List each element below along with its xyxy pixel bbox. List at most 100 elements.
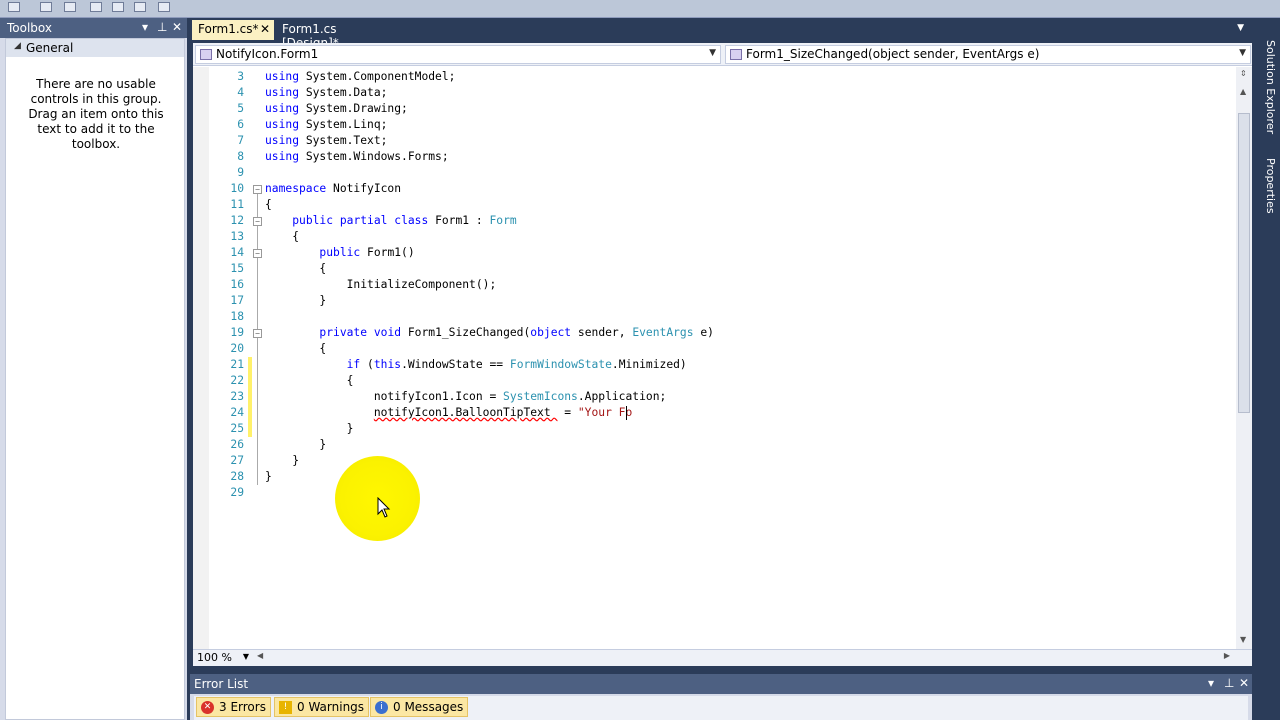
line-number: 5 — [237, 102, 244, 115]
collapse-outline-icon[interactable]: − — [253, 329, 262, 338]
code-line[interactable]: 11 { — [193, 197, 1233, 213]
type-selector-value: NotifyIcon.Form1 — [216, 47, 319, 61]
code-text: } — [265, 470, 272, 483]
line-number: 6 — [237, 118, 244, 131]
code-line[interactable]: 3 using System.ComponentModel; — [193, 69, 1233, 85]
scroll-up-icon[interactable]: ▲ — [1240, 87, 1246, 96]
code-text: } — [265, 454, 300, 467]
tab-list-dropdown-icon[interactable]: ▼ — [1237, 23, 1244, 33]
code-text: using System.Drawing; — [265, 102, 408, 115]
pin-icon[interactable]: ⊥ — [1224, 676, 1234, 690]
tab-form1-cs[interactable]: Form1.cs* ✕ — [192, 20, 274, 40]
toolbar-button-icon[interactable] — [90, 2, 102, 12]
code-line[interactable]: 22 { — [193, 373, 1233, 389]
collapse-outline-icon[interactable]: − — [253, 217, 262, 226]
line-number: 7 — [237, 134, 244, 147]
code-line[interactable]: 7 using System.Text; — [193, 133, 1233, 149]
messages-filter-button[interactable]: i 0 Messages — [370, 697, 469, 717]
editor-footer: 100 % ▼ ◀ ▶ — [193, 649, 1252, 666]
tab-form1-design[interactable]: Form1.cs [Design]* — [276, 20, 386, 50]
code-line[interactable]: 10− namespace NotifyIcon — [193, 181, 1233, 197]
vertical-scrollbar[interactable]: ⇕ ▲ ▼ — [1236, 67, 1252, 649]
toolbar-button-icon[interactable] — [158, 2, 170, 12]
solution-explorer-tab[interactable]: Solution Explorer — [1263, 40, 1277, 134]
code-line[interactable]: 12− public partial class Form1 : Form — [193, 213, 1233, 229]
scroll-down-icon[interactable]: ▼ — [1240, 635, 1246, 644]
errors-count: 3 Errors — [219, 700, 266, 714]
errors-filter-button[interactable]: ✕ 3 Errors — [196, 697, 271, 717]
properties-tab[interactable]: Properties — [1263, 158, 1277, 214]
toolbar-button-icon[interactable] — [8, 2, 20, 12]
toolbox-title: Toolbox — [7, 21, 52, 35]
code-line[interactable]: 19− private void Form1_SizeChanged(objec… — [193, 325, 1233, 341]
vertical-scroll-thumb[interactable] — [1238, 113, 1250, 413]
toolbar-button-icon[interactable] — [40, 2, 52, 12]
chevron-down-icon[interactable]: ▼ — [709, 48, 716, 58]
line-number: 10 — [230, 182, 244, 195]
code-line[interactable]: 16 InitializeComponent(); — [193, 277, 1233, 293]
chevron-down-icon[interactable]: ▼ — [243, 652, 249, 661]
code-text: { — [265, 374, 354, 387]
code-line[interactable]: 26 } — [193, 437, 1233, 453]
chevron-down-icon[interactable]: ▼ — [1239, 48, 1246, 58]
code-line[interactable]: 14− public Form1() — [193, 245, 1233, 261]
toolbar-button-icon[interactable] — [64, 2, 76, 12]
split-icon[interactable]: ⇕ — [1240, 69, 1247, 78]
code-text: { — [265, 342, 327, 355]
line-number: 20 — [230, 342, 244, 355]
warnings-count: 0 Warnings — [297, 700, 365, 714]
toolbox-panel: Toolbox ▾ ⊥ ✕ ◢ General There are no usa… — [0, 18, 187, 720]
toolbox-header: Toolbox ▾ ⊥ ✕ — [0, 18, 187, 38]
code-line[interactable]: 13 { — [193, 229, 1233, 245]
line-number: 3 — [237, 70, 244, 83]
text-caret — [626, 406, 628, 420]
close-icon[interactable]: ✕ — [1239, 676, 1249, 690]
line-number: 18 — [230, 310, 244, 323]
line-number: 19 — [230, 326, 244, 339]
code-line[interactable]: 5 using System.Drawing; — [193, 101, 1233, 117]
toolbox-body: ◢ General There are no usable controls i… — [5, 38, 185, 720]
warnings-filter-button[interactable]: ! 0 Warnings — [274, 697, 370, 717]
code-text: } — [265, 422, 354, 435]
dropdown-icon[interactable]: ▾ — [142, 20, 148, 34]
code-line[interactable]: 25 } — [193, 421, 1233, 437]
scroll-left-icon[interactable]: ◀ — [257, 651, 263, 660]
toolbox-group-general[interactable]: ◢ General — [6, 39, 184, 57]
line-number: 4 — [237, 86, 244, 99]
code-line[interactable]: 20 { — [193, 341, 1233, 357]
close-tab-icon[interactable]: ✕ — [260, 22, 270, 36]
line-number: 21 — [230, 358, 244, 371]
code-text: using System.Text; — [265, 134, 388, 147]
code-text-area[interactable]: 3 using System.ComponentModel; 4 using Syst… — [193, 67, 1236, 649]
zoom-selector[interactable]: 100 % ▼ — [195, 651, 251, 666]
code-line[interactable]: 8 using System.Windows.Forms; — [193, 149, 1233, 165]
toolbar-button-icon[interactable] — [112, 2, 124, 12]
scroll-right-icon[interactable]: ▶ — [1224, 651, 1230, 660]
code-line[interactable]: 6 using System.Linq; — [193, 117, 1233, 133]
line-number: 12 — [230, 214, 244, 227]
toolbar-button-icon[interactable] — [134, 2, 146, 12]
dropdown-icon[interactable]: ▾ — [1208, 676, 1214, 690]
code-text: using System.Data; — [265, 86, 388, 99]
collapse-outline-icon[interactable]: − — [253, 185, 262, 194]
pin-icon[interactable]: ⊥ — [157, 20, 167, 34]
line-number: 13 — [230, 230, 244, 243]
code-line[interactable]: 24 notifyIcon1.BalloonTipText = "Your Fo — [193, 405, 1233, 421]
collapse-outline-icon[interactable]: − — [253, 249, 262, 258]
right-dock: Solution Explorer Properties — [1260, 18, 1280, 720]
code-text: public Form1() — [319, 246, 415, 259]
code-text: using System.ComponentModel; — [265, 70, 456, 83]
close-icon[interactable]: ✕ — [172, 20, 182, 34]
code-line[interactable]: 18 — [193, 309, 1233, 325]
code-line[interactable]: 4 using System.Data; — [193, 85, 1233, 101]
code-line[interactable]: 23 notifyIcon1.Icon = SystemIcons.Applic… — [193, 389, 1233, 405]
member-selector[interactable]: Form1_SizeChanged(object sender, EventAr… — [725, 45, 1251, 64]
code-line[interactable]: 15 { — [193, 261, 1233, 277]
document-tab-strip: Form1.cs* ✕ Form1.cs [Design]* ▼ — [190, 18, 1252, 50]
code-line[interactable]: 9 — [193, 165, 1233, 181]
toolbar — [0, 0, 1280, 18]
code-line[interactable]: 17 } — [193, 293, 1233, 309]
type-selector[interactable]: NotifyIcon.Form1 ▼ — [195, 45, 721, 64]
collapse-arrow-icon[interactable]: ◢ — [14, 41, 21, 51]
code-line[interactable]: 21 if (this.WindowState == FormWindowSta… — [193, 357, 1233, 373]
